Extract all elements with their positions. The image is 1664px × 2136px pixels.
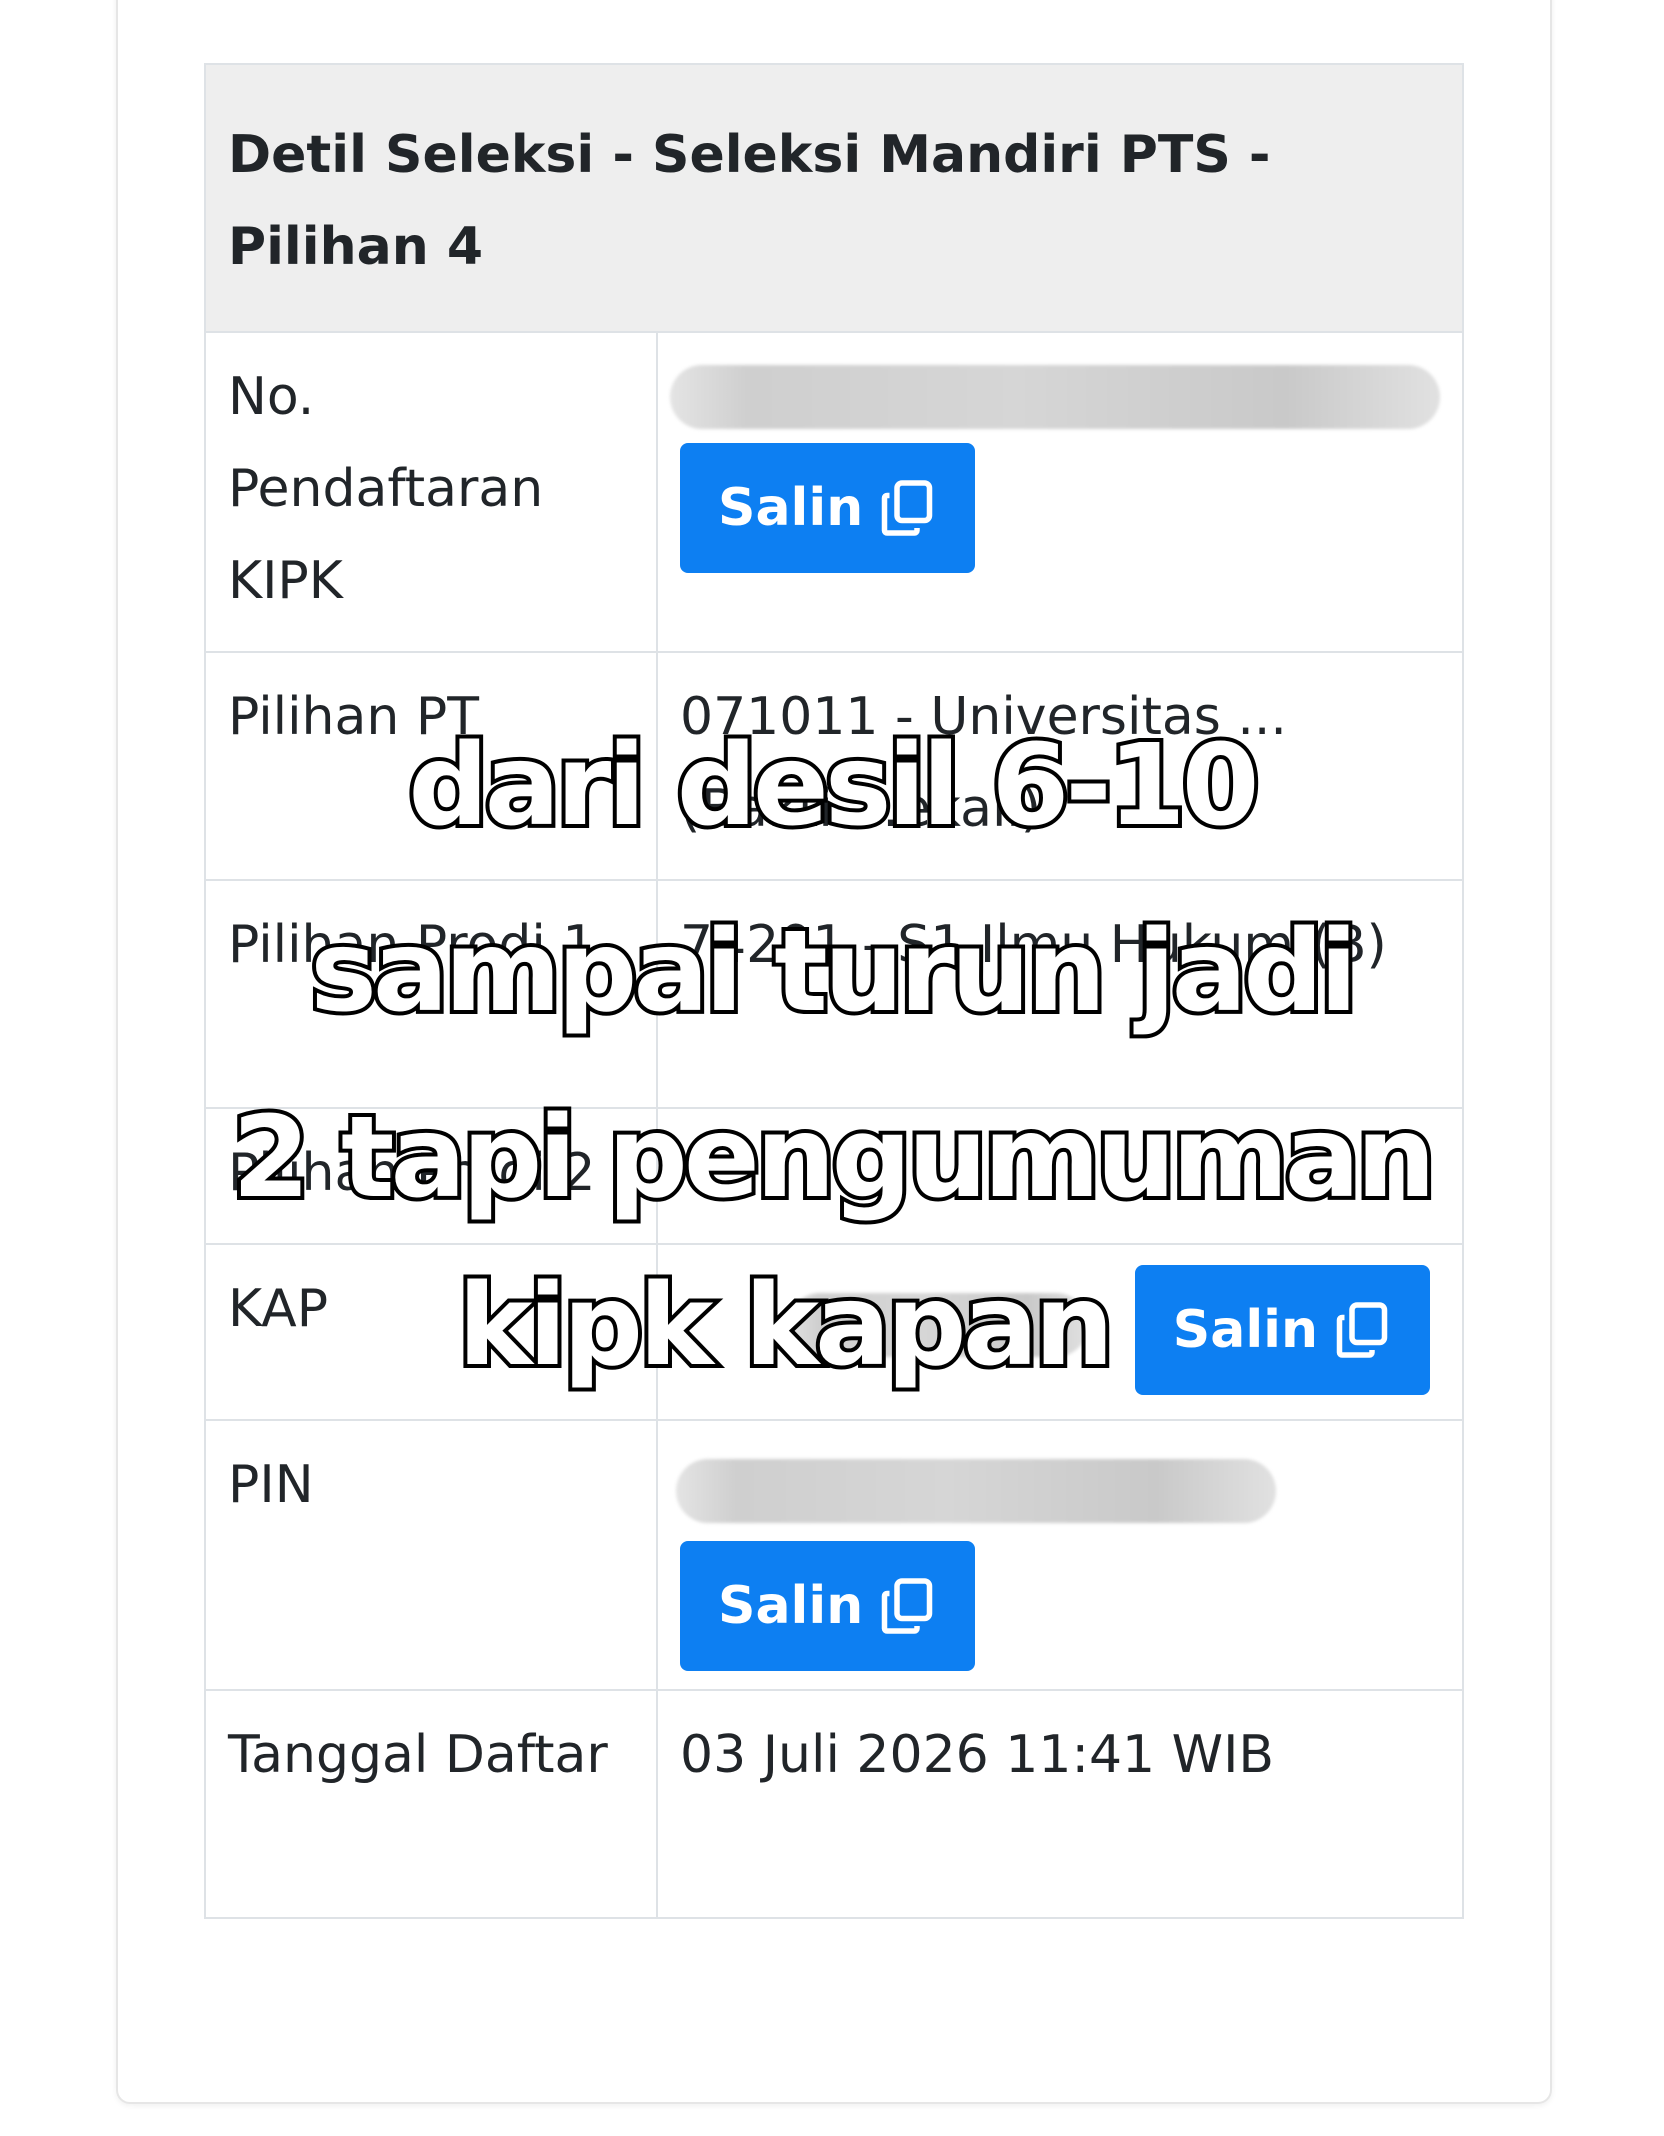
copy-kap-button-label: Salin (1172, 1300, 1319, 1360)
row-pin: PIN Salin (204, 1419, 1465, 1691)
redacted-kap (788, 1293, 1088, 1357)
label-pin: PIN (204, 1419, 658, 1691)
redacted-kipk-number (670, 365, 1440, 429)
copy-icon (881, 480, 933, 536)
value-pin: Salin (655, 1419, 1465, 1691)
page: Detil Seleksi - Seleksi Mandiri PTS - Pi… (0, 0, 1664, 2136)
label-program-2: Pilihan Prodi 2 (204, 1107, 658, 1245)
value-institution: 071011 - Universitas ... (Bakti ...ekali… (655, 651, 1465, 881)
card-title: Detil Seleksi - Seleksi Mandiri PTS - Pi… (203, 63, 1465, 333)
label-program-1: Pilihan Prodi 1 (204, 879, 658, 1109)
row-program-1: Pilihan Prodi 1 74201 - S1 Ilmu Hukum (B… (204, 879, 1465, 1109)
selection-detail-table: Detil Seleksi - Seleksi Mandiri PTS - Pi… (203, 63, 1465, 1919)
copy-pin-button-label: Salin (718, 1576, 864, 1636)
copy-pin-button[interactable]: Salin (680, 1541, 976, 1671)
redacted-pin (676, 1459, 1276, 1523)
row-institution: Pilihan PT 071011 - Universitas ... (Bak… (204, 651, 1465, 881)
row-kipk-number: No. Pendaftaran KIPK Salin (204, 331, 1465, 653)
label-kap: KAP (204, 1243, 658, 1421)
copy-kap-button[interactable]: Salin (1134, 1265, 1431, 1395)
label-institution: Pilihan PT (204, 651, 658, 881)
copy-icon (1336, 1302, 1388, 1358)
row-registration-date: Tanggal Daftar 03 Juli 2026 11:41 WIB (204, 1689, 1465, 1919)
copy-kipk-button[interactable]: Salin (680, 443, 976, 573)
value-registration-date: 03 Juli 2026 11:41 WIB (655, 1689, 1465, 1919)
value-kap: Salin (655, 1243, 1465, 1421)
row-program-2: Pilihan Prodi 2 (204, 1107, 1465, 1245)
value-kipk-number: Salin (655, 331, 1465, 653)
value-program-2 (655, 1107, 1465, 1245)
label-registration-date: Tanggal Daftar (204, 1689, 658, 1919)
copy-icon (881, 1578, 933, 1634)
value-program-1: 74201 - S1 Ilmu Hukum (B) (655, 879, 1465, 1109)
label-kipk-number: No. Pendaftaran KIPK (204, 331, 658, 653)
row-kap: KAP Salin (204, 1243, 1465, 1421)
copy-kipk-button-label: Salin (718, 478, 864, 538)
